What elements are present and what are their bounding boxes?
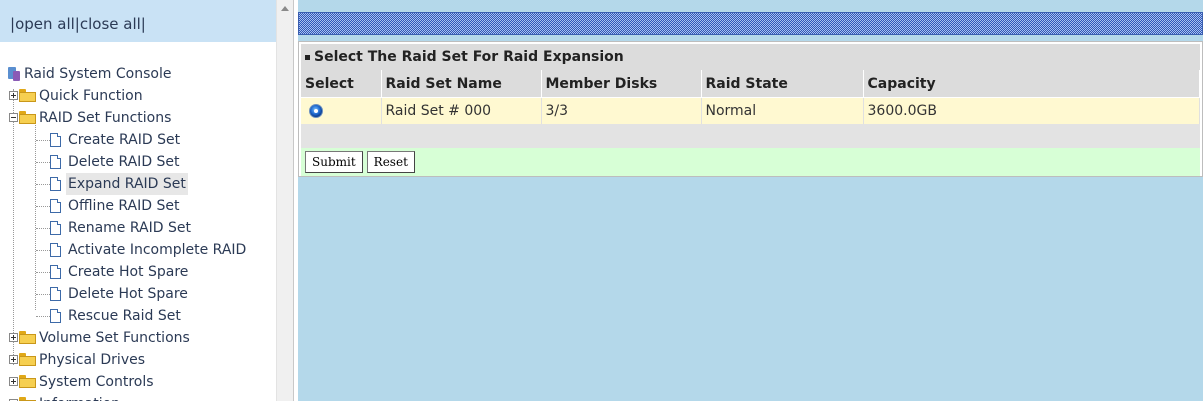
button-row: Submit Reset [301, 148, 1200, 176]
folder-icon [19, 331, 36, 344]
raid-console-icon [8, 67, 20, 81]
folder-icon [19, 353, 36, 366]
close-all-link[interactable]: close all [80, 15, 141, 33]
navigation-frame: |open all|close all| Raid System Console… [0, 0, 276, 401]
tree-leaf-label: Offline RAID Set [68, 198, 180, 214]
open-all-link[interactable]: open all [15, 15, 75, 33]
tree-leaf-label: Delete RAID Set [68, 154, 180, 170]
table-header-row: Select Raid Set Name Member Disks Raid S… [301, 70, 1200, 98]
page-icon [50, 287, 61, 301]
tree-item-label: Volume Set Functions [39, 330, 190, 346]
tree-leaf-label: Rename RAID Set [68, 220, 191, 236]
navigation-scrollbar[interactable] [276, 0, 293, 401]
separator: | [140, 15, 146, 33]
tree-item-label: Information [39, 393, 120, 401]
folder-open-icon [19, 111, 36, 124]
tree-item-label: RAID Set Functions [39, 110, 172, 126]
column-header: Raid State [701, 70, 864, 98]
raid-expansion-panel: Select The Raid Set For Raid Expansion S… [298, 41, 1203, 177]
column-header: Capacity [863, 70, 1200, 98]
tree-item-label: Physical Drives [39, 352, 146, 368]
tree-item-label: Quick Function [39, 88, 143, 104]
folder-icon [19, 89, 36, 102]
page-icon [50, 155, 61, 169]
page-icon [50, 221, 61, 235]
column-header: Select [301, 70, 382, 98]
section-title: Select The Raid Set For Raid Expansion [314, 49, 624, 65]
column-header: Raid Set Name [381, 70, 542, 98]
page-icon [50, 133, 61, 147]
collapse-icon[interactable] [9, 113, 18, 122]
tree-guide-line [13, 89, 14, 365]
expand-icon[interactable] [9, 91, 18, 100]
folder-icon [19, 375, 36, 388]
member-disks-cell: 3/3 [541, 97, 702, 124]
tree-leaf-label: Create Hot Spare [68, 264, 189, 280]
content-frame: Select The Raid Set For Raid Expansion S… [298, 0, 1203, 401]
page-icon [50, 243, 61, 257]
reset-button[interactable]: Reset [366, 151, 415, 173]
raid-state-cell: Normal [701, 97, 864, 124]
scroll-up-arrow-icon[interactable] [281, 6, 289, 11]
tree-item-label: System Controls [39, 374, 154, 390]
tree-root-label: Raid System Console [24, 66, 172, 82]
select-cell [301, 97, 382, 124]
spacer-row [301, 124, 1200, 148]
expand-icon[interactable] [9, 355, 18, 364]
table-row[interactable]: Raid Set # 000 3/3 Normal 3600.0GB [301, 97, 1200, 124]
page-icon [50, 309, 61, 323]
page-icon [50, 177, 61, 191]
tree-leaf-label: Rescue Raid Set [68, 308, 181, 324]
raid-set-radio-button[interactable] [309, 104, 323, 118]
header-banner [298, 12, 1203, 35]
bullet-icon [305, 54, 310, 60]
raid-set-table: Select The Raid Set For Raid Expansion S… [301, 44, 1200, 176]
tree-toolbar: |open all|close all| [0, 0, 276, 42]
expand-icon[interactable] [9, 377, 18, 386]
raid-set-name-cell: Raid Set # 000 [381, 97, 542, 124]
tree-leaf-label: Create RAID Set [68, 132, 181, 148]
page-icon [50, 265, 61, 279]
tree-leaf-label-selected: Expand RAID Set [66, 173, 188, 195]
page-icon [50, 199, 61, 213]
folder-icon [19, 397, 36, 401]
expand-icon[interactable] [9, 333, 18, 342]
capacity-cell: 3600.0GB [863, 97, 1200, 124]
column-header: Member Disks [541, 70, 702, 98]
tree-leaf-label: Activate Incomplete RAID [68, 242, 247, 258]
tree-guide-line [35, 123, 36, 310]
submit-button[interactable]: Submit [305, 151, 363, 173]
section-title-row: Select The Raid Set For Raid Expansion [301, 44, 1200, 70]
tree-leaf-label: Delete Hot Spare [68, 286, 188, 302]
